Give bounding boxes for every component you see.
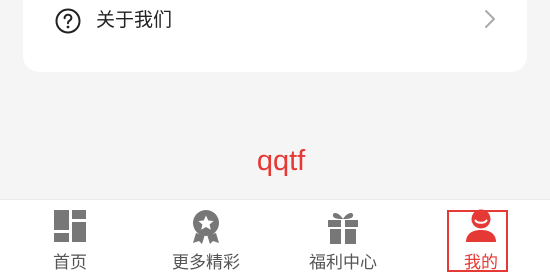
brand-text: qqtf <box>256 145 306 177</box>
dashboard-grid-icon <box>54 210 86 242</box>
user-profile-icon <box>466 209 496 242</box>
help-circle-icon <box>55 8 81 34</box>
tab-home-label: 首页 <box>53 253 87 273</box>
tab-welfare-label: 福利中心 <box>309 253 377 273</box>
tab-more-label: 更多精彩 <box>172 253 240 273</box>
chevron-right-icon <box>485 10 495 28</box>
tab-mine[interactable]: 我的 <box>431 200 531 276</box>
tab-more[interactable]: 更多精彩 <box>156 200 256 276</box>
tab-welfare[interactable]: 福利中心 <box>293 200 393 276</box>
gift-icon <box>328 212 358 244</box>
about-us-item[interactable]: 关于我们 <box>23 0 527 40</box>
tab-home[interactable]: 首页 <box>20 200 120 276</box>
bottom-tab-bar: 首页 更多精彩 福利中心 我的 <box>0 199 550 276</box>
menu-card: 关于我们 <box>23 0 527 72</box>
star-medal-icon <box>193 210 219 244</box>
about-us-label: 关于我们 <box>96 9 173 31</box>
tab-mine-label: 我的 <box>464 253 498 273</box>
